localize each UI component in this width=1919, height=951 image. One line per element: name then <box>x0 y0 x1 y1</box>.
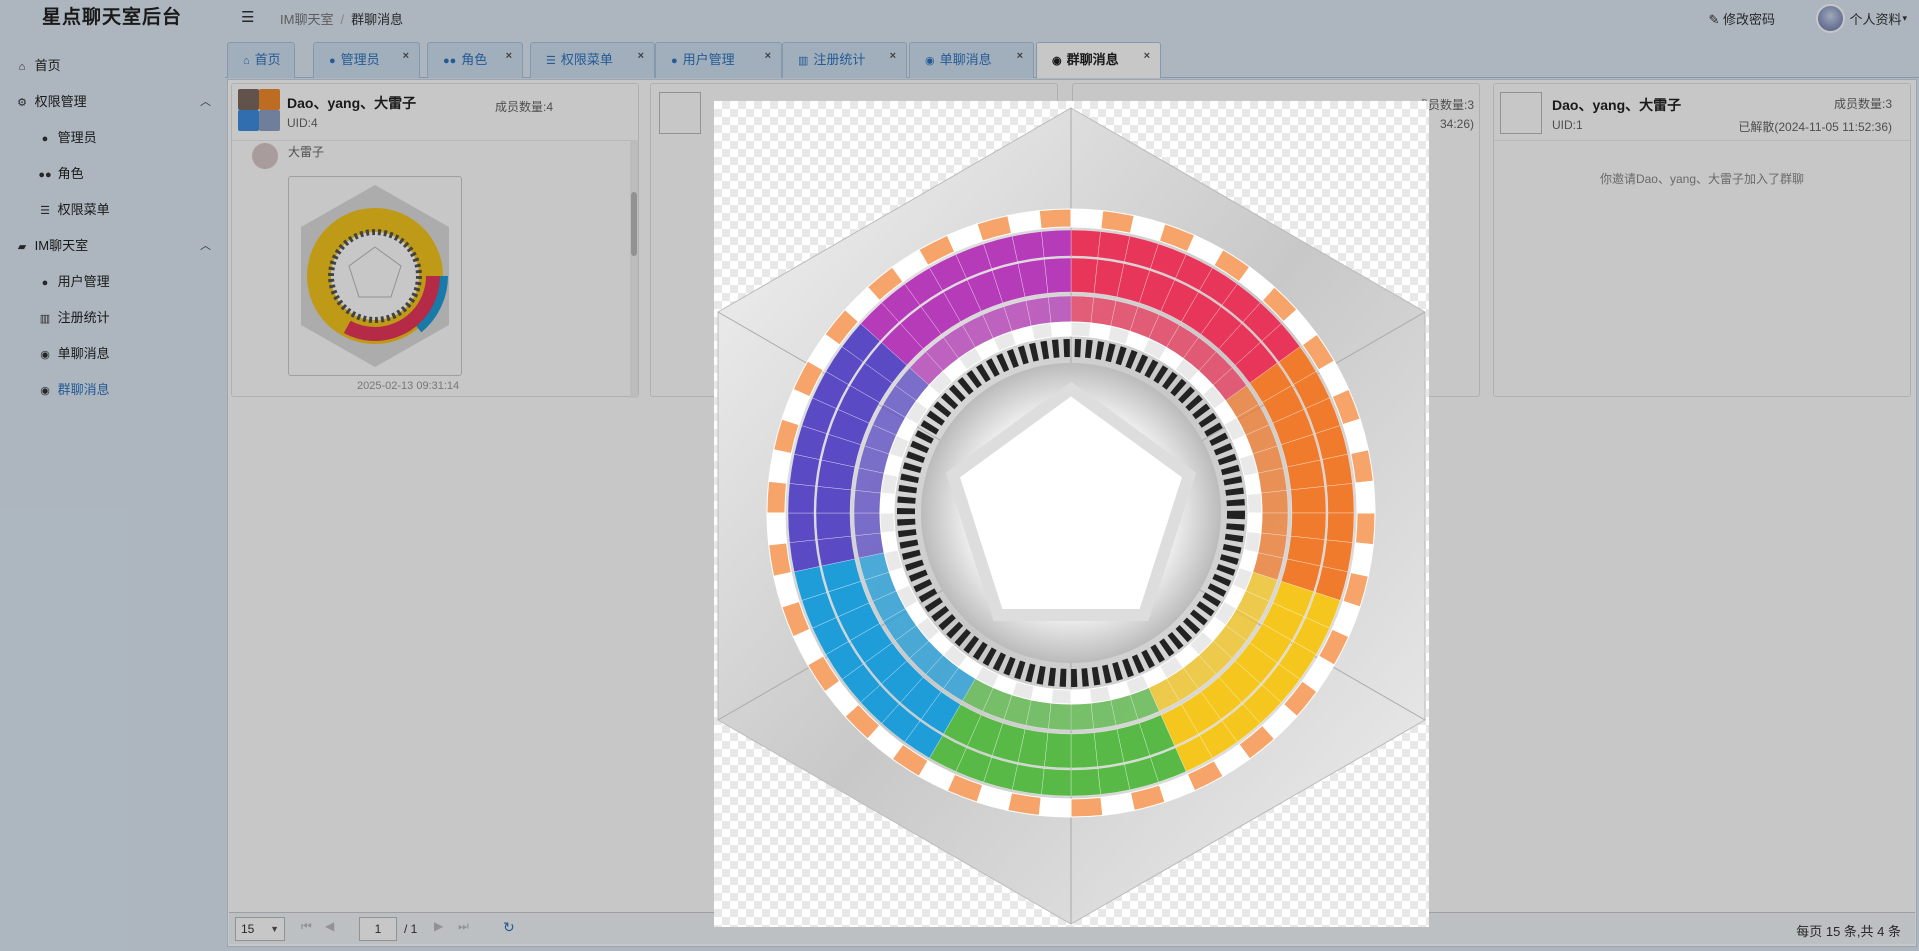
wheel-segment <box>853 490 882 514</box>
wheel-segment <box>1050 688 1072 705</box>
wheel-segment <box>1070 796 1104 818</box>
wheel-segment <box>787 483 816 514</box>
wheel-segment <box>1354 512 1376 546</box>
wheel-segment <box>1097 764 1131 795</box>
wheel-segment <box>1070 208 1104 230</box>
wheel-segment <box>766 512 788 546</box>
wheel-segment <box>1070 321 1092 338</box>
wheel-segment <box>1243 530 1262 554</box>
wheel-segment <box>1088 685 1112 704</box>
wheel-segment <box>1011 764 1045 795</box>
wheel-segment <box>1070 257 1098 294</box>
wheel-segment <box>1290 486 1327 514</box>
wheel-segment <box>853 512 882 536</box>
wheel-segment <box>1030 685 1054 704</box>
wheel-segment <box>1070 732 1098 769</box>
wheel-segment <box>1326 512 1355 543</box>
wheel-segment <box>1044 732 1072 769</box>
wheel-segment <box>1290 512 1327 540</box>
wheel-segment <box>1044 257 1072 294</box>
wheel-segment <box>1011 231 1045 262</box>
wheel-segment <box>1322 539 1353 573</box>
wheel-segment <box>789 539 820 573</box>
wheel-segment <box>1070 702 1094 731</box>
wheel-segment <box>815 512 852 540</box>
wheel-segment <box>880 472 899 496</box>
wheel-segment <box>1048 702 1072 731</box>
wheel-segment <box>766 480 788 514</box>
wheel-segment <box>1041 768 1072 797</box>
wheel-segment <box>1097 231 1131 262</box>
wheel-segment <box>787 512 816 543</box>
wheel-segment <box>1246 492 1263 514</box>
wheel-segment <box>1070 688 1092 705</box>
wheel-segment <box>880 530 899 554</box>
wheel-segment <box>1326 483 1355 514</box>
wheel-segment <box>1243 472 1262 496</box>
wheel-segment <box>1038 208 1072 230</box>
wheel-segment <box>1354 480 1376 514</box>
wheel-segment <box>1048 295 1072 324</box>
image-preview[interactable] <box>714 101 1429 927</box>
wheel-segment <box>1260 490 1289 514</box>
wheel-segment <box>1038 796 1072 818</box>
wheel-segment <box>1070 229 1101 258</box>
wheel-segment <box>815 486 852 514</box>
wheel-segment <box>789 453 820 487</box>
wheel-segment <box>1050 321 1072 338</box>
wheel-segment <box>1322 453 1353 487</box>
wheel-segment <box>879 512 896 534</box>
bagua-wheel-image <box>717 107 1426 925</box>
wheel-segment <box>879 492 896 514</box>
wheel-segment <box>1070 295 1094 324</box>
wheel-segment <box>1246 512 1263 534</box>
wheel-segment <box>1041 229 1072 258</box>
wheel-segment <box>1030 322 1054 341</box>
wheel-segment <box>1260 512 1289 536</box>
wheel-segment <box>1070 768 1101 797</box>
wheel-segment <box>1088 322 1112 341</box>
